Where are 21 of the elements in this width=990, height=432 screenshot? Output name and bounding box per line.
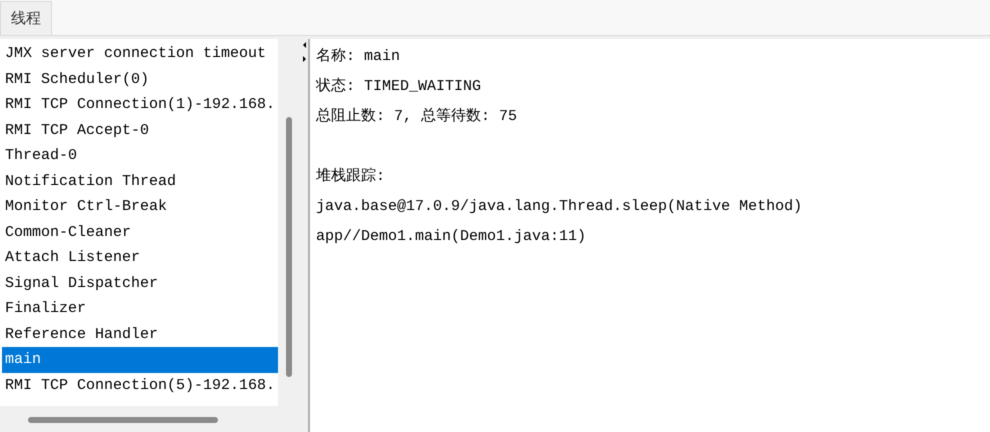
- thread-item[interactable]: Finalizer: [2, 296, 278, 322]
- thread-item[interactable]: Notification Thread: [2, 168, 278, 194]
- threads-tab[interactable]: 线程: [0, 1, 52, 35]
- thread-item[interactable]: Signal Dispatcher: [2, 270, 278, 296]
- detail-text: 状态: TIMED_WAITING: [316, 76, 482, 97]
- thread-item[interactable]: RMI TCP Connection(5)-192.168.: [2, 372, 278, 398]
- thread-item[interactable]: JMX server connection timeout: [2, 41, 278, 66]
- thread-item[interactable]: main: [2, 347, 278, 372]
- thread-item[interactable]: Reference Handler: [2, 322, 278, 347]
- thread-item[interactable]: Thread-0: [2, 143, 278, 168]
- thread-item[interactable]: RMI TCP Connection(1)-192.168.: [2, 92, 278, 118]
- detail-text: 名称: main: [316, 47, 402, 67]
- stack-trace-title: 堆栈跟踪:: [316, 166, 386, 187]
- thread-item[interactable]: Attach Listener: [2, 245, 278, 270]
- thread-item[interactable]: Monitor Ctrl-Break: [2, 194, 278, 220]
- detail-text: 总阻止数: 7, 总等待数: 75: [316, 106, 518, 127]
- stack-frame: app//Demo1.main(Demo1.java:11): [316, 222, 984, 252]
- thread-item[interactable]: Common-Cleaner: [2, 220, 278, 245]
- thread-item[interactable]: RMI Scheduler(0): [2, 66, 278, 92]
- stack-frame: java.base@17.0.9/java.lang.Thread.sleep(Native Method): [316, 192, 984, 222]
- thread-item[interactable]: RMI TCP Accept-0: [2, 118, 278, 143]
